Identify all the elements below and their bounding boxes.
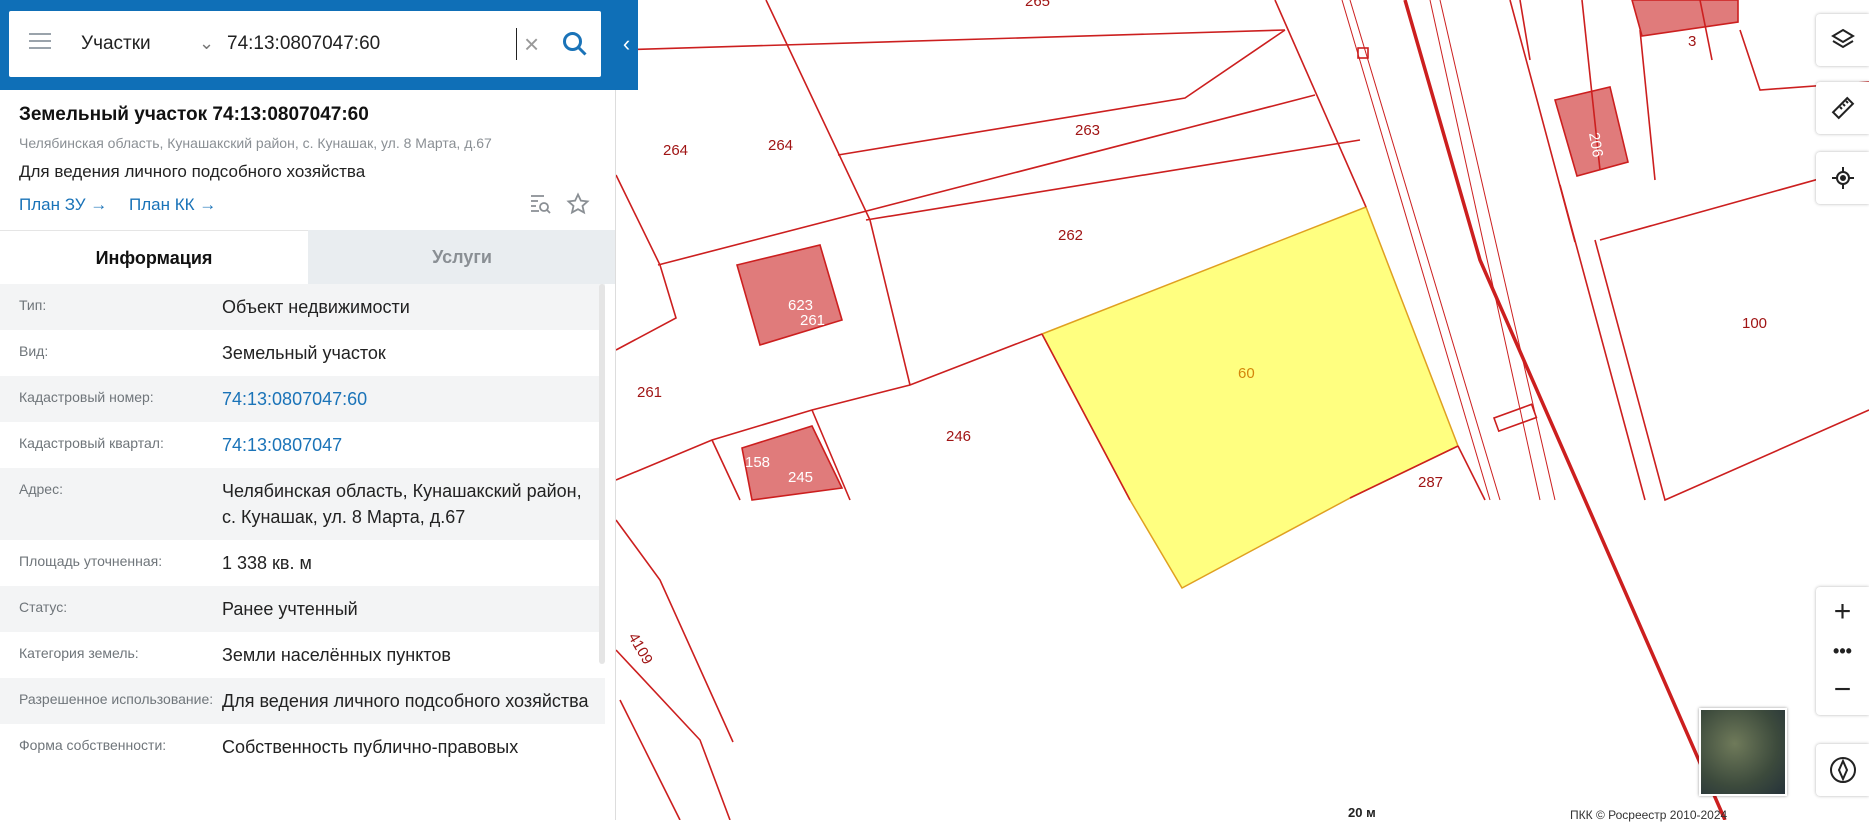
info-row: Статус: Ранее учтенный: [0, 586, 605, 632]
collapse-panel-icon[interactable]: ‹: [615, 27, 638, 61]
compass-icon: [1829, 757, 1856, 783]
parcel-label: 261: [637, 384, 662, 401]
info-value: Земли населённых пунктов: [222, 645, 451, 665]
info-row: Адрес: Челябинская область, Кунашакский р…: [0, 468, 605, 540]
layers-icon: [1830, 28, 1855, 49]
info-row: Форма собственности: Собственность публич…: [0, 724, 605, 770]
info-panel: Земельный участок 74:13:0807047:60 Челяб…: [0, 0, 616, 820]
info-key: Категория земель:: [19, 645, 139, 661]
parcel-label: 264: [663, 142, 688, 159]
info-key: Форма собственности:: [19, 737, 167, 753]
parcel-label: 287: [1418, 474, 1443, 491]
info-row: Площадь уточненная: 1 338 кв. м: [0, 540, 605, 586]
parcel-label: 265: [1025, 0, 1050, 10]
ruler-button[interactable]: [1816, 82, 1869, 134]
search-bar: Участки ⌄ × ‹: [0, 0, 638, 90]
menu-icon[interactable]: [29, 33, 51, 53]
scale-label: 20 м: [1348, 805, 1376, 820]
info-value: Для ведения личного подсобного хозяйства: [222, 691, 589, 711]
info-value: Челябинская область, Кунашакский район, …: [222, 481, 582, 527]
object-purpose: Для ведения личного подсобного хозяйства: [19, 162, 366, 181]
parcel-label: 263: [1075, 122, 1100, 139]
satellite-basemap-thumbnail[interactable]: [1699, 708, 1787, 796]
cadastral-quarter-link[interactable]: 74:13:0807047: [222, 432, 605, 458]
object-title: Земельный участок 74:13:0807047:60: [19, 104, 369, 125]
clear-icon[interactable]: ×: [524, 29, 539, 60]
zoom-out-icon[interactable]: −: [1834, 675, 1852, 705]
locate-button[interactable]: [1816, 152, 1869, 204]
layers-button[interactable]: [1816, 14, 1869, 66]
info-row: Разрешенное использование: Для ведения ли…: [0, 678, 605, 724]
parcel-label: 4109: [625, 630, 656, 667]
info-key: Статус:: [19, 599, 68, 615]
tab-services[interactable]: Услуги: [308, 230, 615, 284]
info-key: Вид:: [19, 343, 49, 359]
more-icon[interactable]: •••: [1833, 642, 1852, 660]
search-box: Участки ⌄ ×: [9, 11, 601, 77]
info-row: Кадастровый номер: 74:13:0807047:60: [0, 376, 605, 422]
info-row: Категория земель: Земли населённых пункто…: [0, 632, 605, 678]
search-input[interactable]: [227, 28, 517, 60]
plan-zu-link[interactable]: План ЗУ →: [19, 195, 107, 215]
parcel-label: 158: [745, 454, 770, 471]
panel-scrollbar[interactable]: [599, 284, 605, 664]
compass-button[interactable]: [1816, 744, 1869, 796]
info-key: Площадь уточненная:: [19, 553, 163, 569]
info-key: Кадастровый квартал:: [19, 435, 164, 451]
parcel-label: 60: [1238, 365, 1255, 382]
info-key: Разрешенное использование:: [19, 691, 214, 707]
info-value: 1 338 кв. м: [222, 553, 312, 573]
ruler-icon: [1831, 96, 1854, 120]
locate-icon: [1831, 167, 1854, 189]
favorite-star-icon[interactable]: [566, 192, 590, 221]
info-row: Тип: Объект недвижимости: [0, 284, 605, 330]
parcel-label: 3: [1688, 33, 1696, 50]
parcel-label: 262: [1058, 227, 1083, 244]
parcel-label: 261: [800, 312, 825, 329]
cadastral-number-link[interactable]: 74:13:0807047:60: [222, 386, 605, 412]
info-key: Адрес:: [19, 481, 63, 497]
info-key: Кадастровый номер:: [19, 389, 154, 405]
info-table: Тип: Объект недвижимости Вид: Земельный уч…: [0, 284, 605, 770]
object-header: Земельный участок 74:13:0807047:60 Челяб…: [0, 90, 615, 230]
panel-tabs: Информация Услуги: [0, 230, 615, 284]
parcel-label: 100: [1742, 315, 1767, 332]
tab-information[interactable]: Информация: [0, 230, 308, 284]
chevron-down-icon[interactable]: ⌄: [199, 33, 214, 54]
info-value: Земельный участок: [222, 343, 386, 363]
zoom-control: + ••• −: [1816, 587, 1869, 715]
info-key: Тип:: [19, 297, 47, 313]
info-row: Кадастровый квартал: 74:13:0807047: [0, 422, 605, 468]
info-value: Объект недвижимости: [222, 297, 410, 317]
search-icon[interactable]: [561, 30, 589, 63]
zoom-to-object-icon[interactable]: [528, 192, 552, 221]
zoom-in-icon[interactable]: +: [1834, 596, 1852, 627]
info-value: Ранее учтенный: [222, 599, 358, 619]
search-type-select[interactable]: Участки: [81, 33, 151, 55]
info-row: Вид: Земельный участок: [0, 330, 605, 376]
plan-kk-link[interactable]: План КК →: [129, 195, 216, 215]
info-value: Собственность публично-правовых: [222, 737, 519, 757]
parcel-label: 246: [946, 428, 971, 445]
parcel-label: 245: [788, 469, 813, 486]
object-address: Челябинская область, Кунашакский район, …: [19, 135, 492, 151]
parcel-label: 264: [768, 137, 793, 154]
